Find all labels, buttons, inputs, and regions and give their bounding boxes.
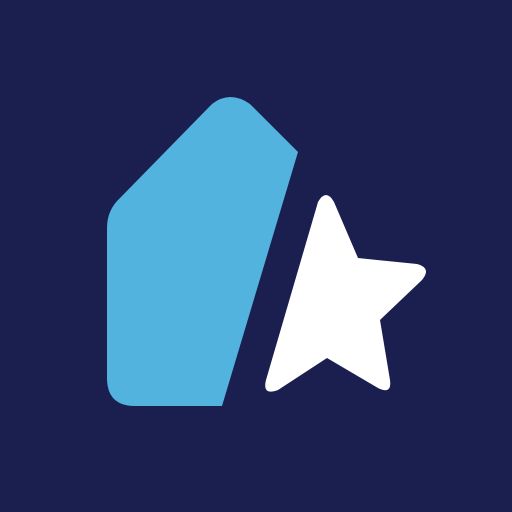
app-icon bbox=[0, 0, 512, 512]
home-star-logo-icon bbox=[0, 0, 512, 512]
